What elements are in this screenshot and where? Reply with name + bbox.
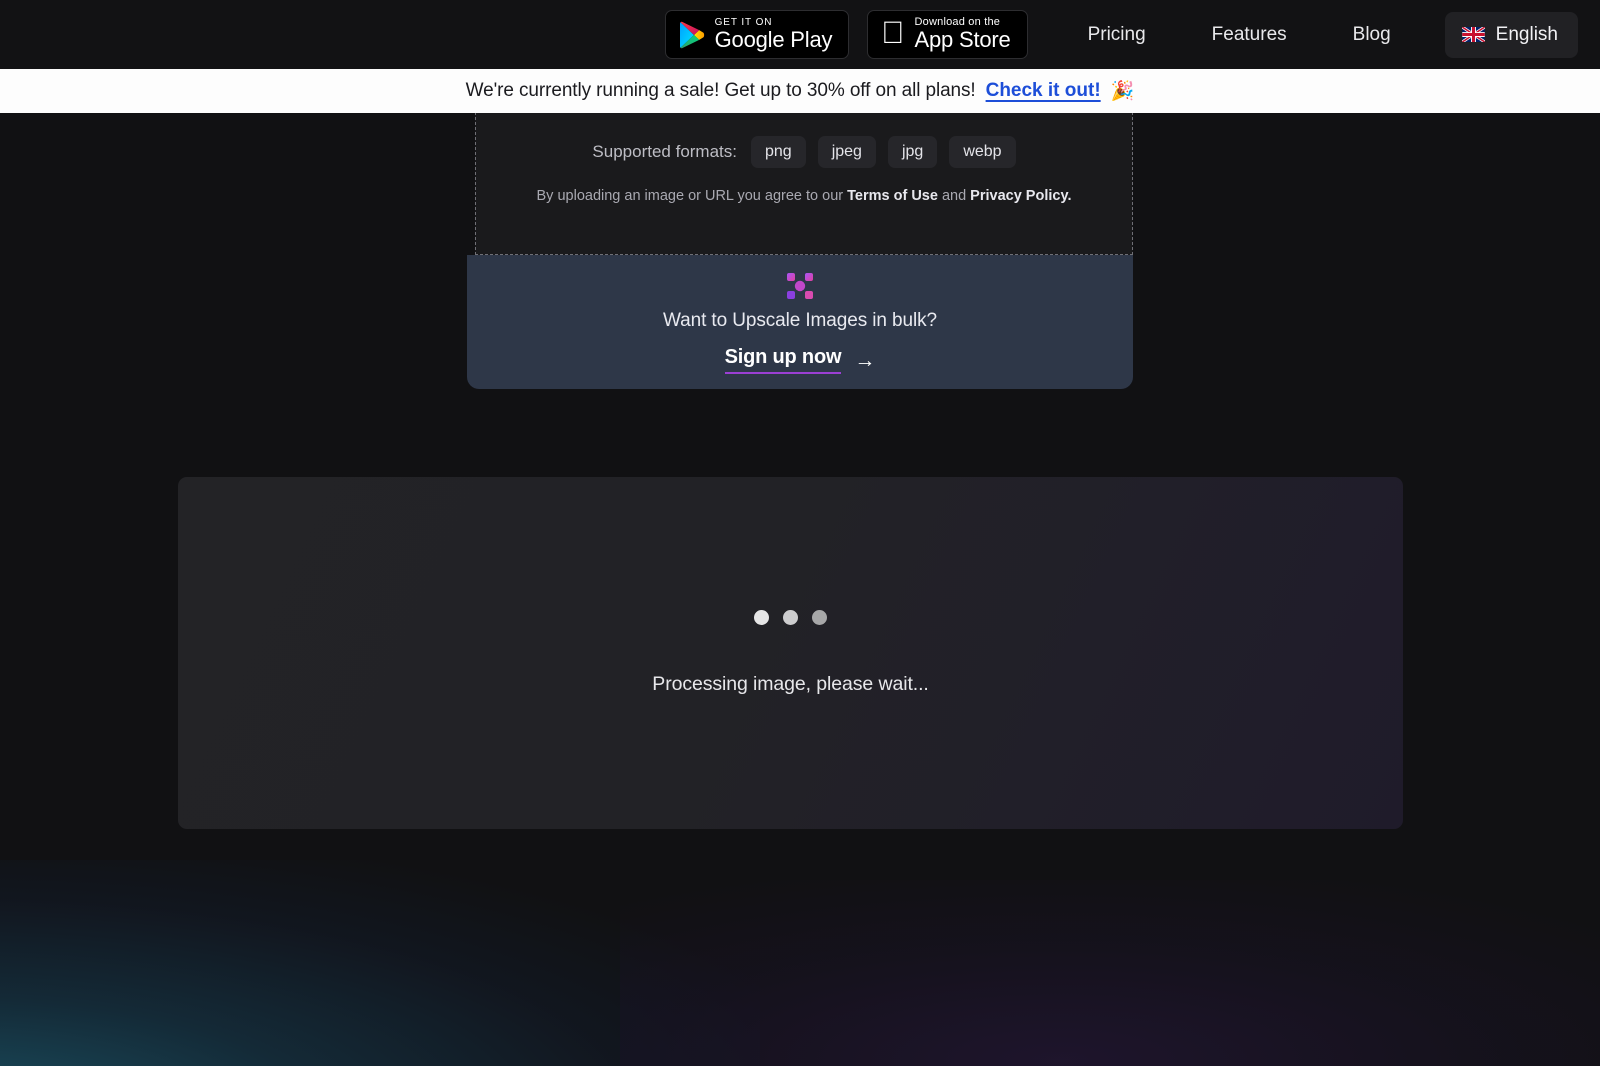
language-label: English [1495, 23, 1558, 45]
google-play-badge-button[interactable]: GET IT ON Google Play [664, 10, 850, 59]
sale-banner-link[interactable]: Check it out! [986, 80, 1101, 102]
top-navigation-bar: GET IT ON Google Play  Download on the … [0, 0, 1600, 69]
legal-prefix: By uploading an image or URL you agree t… [536, 188, 848, 204]
google-play-icon [679, 21, 705, 49]
bulk-upscale-cta: Want to Upscale Images in bulk? Sign up … [467, 255, 1133, 389]
nav-link-blog[interactable]: Blog [1353, 24, 1391, 46]
background-glow-teal [0, 860, 760, 1066]
format-pill-png: png [751, 136, 806, 168]
privacy-policy-link[interactable]: Privacy Policy. [970, 188, 1071, 204]
processing-status-text: Processing image, please wait... [652, 673, 929, 695]
three-dots-loading-icon [754, 610, 827, 625]
sale-banner-message: We're currently running a sale! Get up t… [465, 80, 976, 101]
loading-dot [812, 610, 827, 625]
format-pill-jpg: jpg [887, 136, 938, 168]
party-popper-icon: 🎉 [1110, 80, 1135, 102]
upscale-logo-icon [786, 272, 814, 300]
app-store-big-label: App Store [914, 27, 1011, 52]
signup-now-label: Sign up now [724, 346, 842, 374]
language-selector[interactable]: English [1444, 11, 1578, 58]
legal-middle: and [937, 188, 971, 204]
app-store-badge-button[interactable]:  Download on the App Store [867, 10, 1028, 59]
terms-of-use-link[interactable]: Terms of Use [847, 188, 938, 204]
sale-banner: We're currently running a sale! Get up t… [0, 69, 1600, 113]
loading-dot [754, 610, 769, 625]
apple-icon:  [881, 17, 904, 48]
background-glow-purple [620, 880, 1600, 1066]
upload-card: Supported formats: png jpeg jpg webp By … [467, 112, 1133, 389]
format-pill-jpeg: jpeg [817, 136, 876, 168]
arrow-right-icon: → [854, 348, 876, 372]
image-dropzone[interactable]: Supported formats: png jpeg jpg webp By … [475, 112, 1133, 255]
format-pill-webp: webp [949, 136, 1016, 168]
uk-flag-icon [1461, 27, 1485, 42]
page-root: GET IT ON Google Play  Download on the … [0, 0, 1600, 1066]
signup-now-link[interactable]: Sign up now → [724, 346, 876, 374]
google-play-big-label: Google Play [714, 27, 833, 52]
processing-panel: Processing image, please wait... [178, 477, 1403, 829]
nav-link-features[interactable]: Features [1212, 24, 1287, 46]
supported-formats-label: Supported formats: [592, 142, 737, 161]
bulk-cta-title: Want to Upscale Images in bulk? [663, 310, 937, 331]
supported-formats-row: Supported formats: png jpeg jpg webp [476, 136, 1132, 168]
loading-dot [783, 610, 798, 625]
nav-link-pricing[interactable]: Pricing [1088, 24, 1146, 46]
legal-disclaimer: By uploading an image or URL you agree t… [476, 188, 1132, 204]
